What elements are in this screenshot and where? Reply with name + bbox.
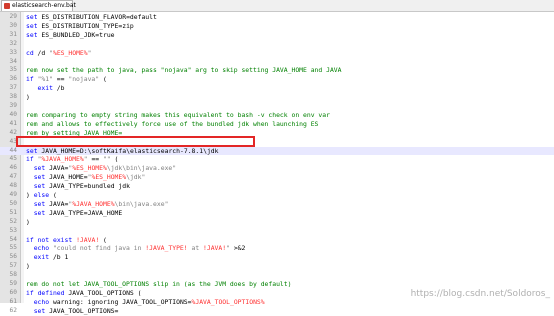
line-number: 52 [9,217,17,225]
code-line: 41 rem and allows to effectively force us… [0,120,554,129]
code-text[interactable]: rem do not let JAVA_TOOL_OPTIONS slip in… [26,280,548,289]
code-text[interactable]: if "%1" == "nojava" ( [26,75,548,84]
code-text[interactable]: set JAVA_HOME="%ES_HOME%\jdk" [26,173,548,182]
code-line: 56 exit /b 1 [0,253,554,262]
code-line: 55 echo "could not find java in !JAVA_TY… [0,244,554,253]
line-number: 49 [9,191,17,198]
code-text[interactable]: set ES_DISTRIBUTION_FLAVOR=default [26,13,548,22]
line-number: 58 [9,271,17,279]
line-number: 59 [9,280,17,287]
code-text[interactable]: set ES_DISTRIBUTION_TYPE=zip [26,22,548,31]
line-number: 48 [9,182,17,190]
file-modified-icon [4,3,10,9]
code-line: 51 set JAVA_TYPE=JAVA_HOME [0,209,554,218]
code-line: 54 if not exist !JAVA! ( [0,236,554,245]
tab-bar: elasticsearch-env.bat [0,0,554,12]
line-number: 47 [9,173,17,181]
line-number: 35 [9,66,17,74]
code-line: 39 [0,102,554,111]
code-line: 53 [0,227,554,236]
code-text[interactable]: exit /b 1 [26,253,548,262]
line-number: 44 [9,146,17,154]
code-line: 32 [0,40,554,49]
code-text[interactable]: ) [26,93,548,102]
code-text[interactable]: set JAVA_TYPE=JAVA_HOME [26,209,548,218]
line-number: 46 [9,164,17,172]
code-editor[interactable]: 29 set ES_DISTRIBUTION_FLAVOR=default 30 se… [0,12,554,315]
code-line: 38) [0,93,554,102]
line-number: 56 [9,253,17,261]
code-text[interactable]: set JAVA="%ES_HOME%\jdk\bin\java.exe" [26,164,548,173]
code-line: 49 ) else ( [0,191,554,200]
code-line: 61 echo warning: ignoring JAVA_TOOL_OPTI… [0,298,554,307]
code-line: 48 set JAVA_TYPE=bundled jdk [0,182,554,191]
code-line: 30 set ES_DISTRIBUTION_TYPE=zip [0,22,554,31]
code-line: 58 [0,271,554,280]
line-number: 41 [9,119,17,127]
line-number: 62 [9,306,17,314]
code-text[interactable]: if not exist !JAVA! ( [26,236,548,245]
code-text[interactable]: rem now set the path to java, pass "noja… [26,66,548,75]
line-number: 31 [9,30,17,38]
watermark: https://blog.csdn.net/Soldoros_ [410,289,550,299]
code-line: 59 rem do not let JAVA_TOOL_OPTIONS slip … [0,280,554,289]
code-text[interactable]: echo warning: ignoring JAVA_TOOL_OPTIONS… [26,298,548,307]
file-tab[interactable]: elasticsearch-env.bat [1,0,76,11]
code-text[interactable]: ) [26,262,548,271]
line-number: 53 [9,226,17,234]
line-number: 30 [9,21,17,29]
code-line: 52) [0,218,554,227]
line-number: 29 [9,13,17,20]
code-text[interactable]: cd /d "%ES_HOME%" [26,49,548,58]
highlight-box [16,136,255,147]
code-text[interactable]: if "%JAVA_HOME%" == "" ( [26,155,548,164]
code-line: 44 set JAVA_HOME=D:\softKaifa\elasticsear… [0,146,554,156]
code-line: 50 set JAVA="%JAVA_HOME%\bin\java.exe" [0,200,554,209]
code-text[interactable]: set JAVA="%JAVA_HOME%\bin\java.exe" [26,200,548,209]
code-line: 47 set JAVA_HOME="%ES_HOME%\jdk" [0,173,554,182]
line-number: 57 [9,262,17,270]
line-number: 55 [9,244,17,252]
line-number: 32 [9,39,17,47]
line-number: 37 [9,84,17,92]
file-tab-label: elasticsearch-env.bat [12,2,76,9]
line-number: 40 [9,110,17,118]
code-line: 40 rem comparing to empty string makes th… [0,111,554,120]
line-number: 34 [9,57,17,65]
line-number: 36 [9,75,17,83]
code-line: 46 set JAVA="%ES_HOME%\jdk\bin\java.exe" [0,164,554,173]
line-number: 33 [9,48,17,56]
code-line: 33 cd /d "%ES_HOME%" [0,49,554,58]
code-line: 57) [0,262,554,271]
code-text[interactable]: ) else ( [26,191,548,200]
line-number: 43 [9,137,17,145]
code-text[interactable]: ) [26,218,548,227]
code-line: 36 if "%1" == "nojava" ( [0,75,554,84]
line-number: 61 [9,297,17,305]
code-text[interactable]: set JAVA_TYPE=bundled jdk [26,182,548,191]
code-line: 37 exit /b [0,84,554,93]
code-text[interactable]: exit /b [26,84,548,93]
line-number: 42 [9,128,17,136]
code-text[interactable]: set ES_BUNDLED_JDK=true [26,31,548,40]
line-number: 39 [9,102,17,109]
code-line: 29 set ES_DISTRIBUTION_FLAVOR=default [0,13,554,22]
code-text[interactable]: rem and allows to effectively force use … [26,120,548,129]
line-number: 45 [9,155,17,163]
line-number: 60 [9,288,17,296]
code-line: 34 [0,58,554,67]
code-line: 62 set JAVA_TOOL_OPTIONS= [0,307,554,316]
code-line: 35 rem now set the path to java, pass "no… [0,66,554,75]
line-number: 38 [9,93,17,101]
code-text[interactable]: rem comparing to empty string makes this… [26,111,548,120]
code-text[interactable]: set JAVA_TOOL_OPTIONS= [26,307,548,316]
code-line: 45 if "%JAVA_HOME%" == "" ( [0,155,554,164]
code-line: 31 set ES_BUNDLED_JDK=true [0,31,554,40]
line-number: 50 [9,199,17,207]
line-number: 54 [9,235,17,243]
code-text[interactable]: echo "could not find java in !JAVA_TYPE!… [26,244,548,253]
line-number: 51 [9,208,17,216]
code-text[interactable]: set JAVA_HOME=D:\softKaifa\elasticsearch… [26,147,548,156]
